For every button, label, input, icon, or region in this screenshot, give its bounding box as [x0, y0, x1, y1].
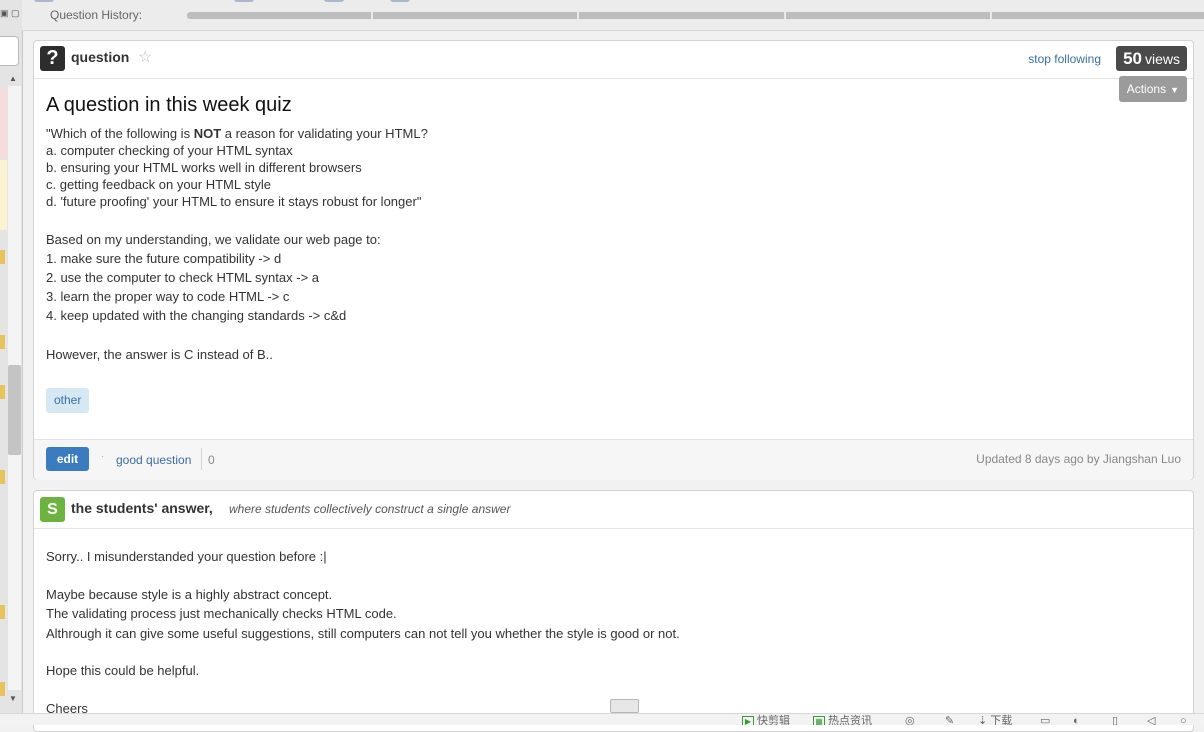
stop-following-link[interactable]: stop following: [1028, 52, 1101, 66]
status-zoom-icon[interactable]: ○: [1180, 714, 1187, 725]
answer-line: Althrough it can give some useful sugges…: [46, 625, 680, 641]
left-search-input[interactable]: [0, 36, 19, 66]
caret-down-icon: ▼: [1170, 85, 1179, 95]
understanding-line: 3. learn the proper way to code HTML -> …: [46, 289, 290, 304]
updated-info: Updated 8 days ago by Jiangshan Luo: [976, 452, 1181, 466]
left-unread-mark: [0, 605, 5, 619]
left-list-highlight-unread: [0, 160, 7, 230]
panel-toggle-icon[interactable]: ▣ ▢: [0, 8, 20, 19]
understanding-text: Based on my understanding, we validate o…: [46, 230, 1096, 325]
answer-body: Sorry.. I misunderstanded your question …: [46, 547, 1146, 718]
history-tick: [784, 12, 786, 19]
status-volume-icon[interactable]: ◁: [1147, 714, 1155, 725]
status-item-hot-news[interactable]: ▦ 热点资讯: [813, 714, 872, 725]
question-header: ? question ☆ stop following 50 views: [34, 41, 1193, 79]
views-counter: 50 views: [1116, 46, 1187, 71]
history-tick: [577, 12, 579, 19]
history-top-marker: [34, 0, 54, 2]
question-mark-icon: ?: [40, 46, 65, 71]
question-title: A question in this week quiz: [46, 94, 292, 116]
views-count: 50: [1123, 49, 1142, 68]
left-unread-mark: [0, 682, 5, 696]
resize-handle[interactable]: [610, 699, 639, 713]
scroll-up-arrow-icon[interactable]: ▲: [9, 74, 17, 83]
question-history-bar: Question History:: [22, 0, 1204, 31]
quiz-question-text: "Which of the following is NOT a reason …: [46, 125, 1096, 210]
history-tick: [990, 12, 992, 19]
answer-line: The validating process just mechanically…: [46, 606, 397, 621]
quiz-line: b. ensuring your HTML works well in diff…: [46, 160, 362, 175]
left-unread-mark: [0, 385, 5, 399]
quiz-line: a. computer checking of your HTML syntax: [46, 143, 293, 158]
good-question-button[interactable]: good question: [116, 453, 191, 467]
left-unread-mark: [0, 470, 5, 484]
question-body: "Which of the following is NOT a reason …: [46, 125, 1096, 364]
students-answer-icon: S: [40, 497, 65, 522]
status-screenshot-icon[interactable]: ▭: [1040, 714, 1050, 725]
scroll-down-arrow-icon[interactable]: ▼: [9, 694, 17, 703]
left-unread-mark: [0, 335, 5, 349]
answer-line: Maybe because style is a highly abstract…: [46, 586, 333, 602]
status-shield-icon[interactable]: ◐: [1073, 714, 1080, 725]
history-top-marker: [234, 0, 254, 2]
understanding-line: 4. keep updated with the changing standa…: [46, 308, 347, 323]
divider: [201, 448, 202, 470]
left-panel-strip: ▣ ▢ ▲ ▼: [0, 0, 23, 724]
actions-label: Actions: [1126, 82, 1167, 96]
understanding-line: 1. make sure the future compatibility ->…: [46, 251, 282, 266]
history-label: Question History:: [50, 8, 143, 22]
answer-line: Sorry.. I misunderstanded your question …: [46, 549, 327, 564]
conclusion-text: However, the answer is C instead of B..: [46, 347, 273, 362]
views-label: views: [1144, 51, 1180, 67]
quiz-line: c. getting feedback on your HTML style: [46, 177, 271, 192]
separator-dot: ·: [101, 451, 105, 462]
history-top-marker: [324, 0, 344, 2]
browser-status-bar: ▶ 快剪辑 ▦ 热点资讯 ◎ ✎ ⇣ 下载 ▭ ◐ ▯ ◁ ○: [0, 713, 1204, 725]
question-type-label: question: [71, 49, 130, 65]
understanding-line: Based on my understanding, we validate o…: [46, 232, 381, 247]
answer-header: S the students' answer, where students c…: [34, 491, 1193, 529]
star-icon[interactable]: ☆: [138, 47, 152, 67]
status-item-download[interactable]: ⇣ 下载: [978, 714, 1012, 725]
left-scrollbar-thumb[interactable]: [8, 365, 21, 455]
left-list-highlight: [0, 88, 7, 158]
answer-line: Hope this could be helpful.: [46, 663, 200, 678]
good-question-count: 0: [208, 453, 215, 467]
answer-title: the students' answer,: [71, 500, 213, 516]
left-unread-mark: [0, 250, 5, 264]
answer-subtitle: where students collectively construct a …: [229, 502, 511, 516]
status-mouse-icon[interactable]: ✎: [945, 714, 954, 725]
edit-button[interactable]: edit: [46, 447, 89, 471]
students-answer-panel: S the students' answer, where students c…: [33, 490, 1194, 732]
understanding-line: 2. use the computer to check HTML syntax…: [46, 270, 319, 285]
quiz-line: d. 'future proofing' your HTML to ensure…: [46, 194, 422, 209]
question-footer: edit · good question 0 Updated 8 days ag…: [34, 439, 1193, 480]
status-item-kuaijianji[interactable]: ▶ 快剪辑: [742, 714, 790, 725]
history-slider[interactable]: [187, 12, 1204, 19]
quiz-line: "Which of the following is NOT a reason …: [46, 126, 428, 141]
actions-dropdown-button[interactable]: Actions ▼: [1118, 76, 1187, 102]
history-top-marker: [390, 0, 410, 2]
history-tick: [371, 12, 373, 19]
tag-other[interactable]: other: [46, 388, 90, 413]
status-refresh-icon[interactable]: ◎: [905, 714, 915, 725]
question-panel: ? question ☆ stop following 50 views Acti…: [33, 40, 1194, 480]
status-window-icon[interactable]: ▯: [1112, 714, 1118, 725]
